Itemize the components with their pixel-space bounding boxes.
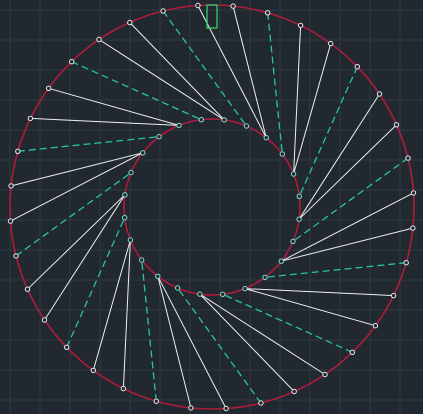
inner-node[interactable] [263, 135, 269, 141]
outer-node[interactable] [120, 385, 127, 392]
outer-node[interactable] [90, 367, 97, 374]
inner-node[interactable] [243, 123, 250, 129]
outer-node[interactable] [8, 183, 14, 189]
outer-node[interactable] [372, 323, 379, 329]
inner-node[interactable] [122, 215, 128, 221]
inner-node[interactable] [128, 169, 134, 176]
outer-node[interactable] [322, 371, 328, 378]
outer-node[interactable] [15, 148, 21, 155]
outer-node[interactable] [393, 122, 400, 128]
outer-node[interactable] [7, 218, 14, 224]
outer-node[interactable] [13, 253, 19, 259]
outer-node[interactable] [405, 155, 411, 161]
cad-drawing-canvas[interactable] [0, 0, 423, 414]
inner-node[interactable] [122, 192, 128, 198]
outer-node[interactable] [96, 36, 102, 43]
inner-node[interactable] [174, 285, 181, 291]
solid-connection-line [27, 194, 126, 290]
outer-node[interactable] [354, 64, 360, 70]
outer-node[interactable] [230, 3, 236, 9]
inner-node[interactable] [140, 150, 146, 156]
outer-node[interactable] [410, 225, 416, 231]
solid-connection-line [157, 276, 227, 409]
outer-node[interactable] [127, 19, 133, 26]
outer-node[interactable] [24, 286, 31, 292]
outer-node[interactable] [297, 22, 304, 29]
outer-node[interactable] [223, 405, 229, 412]
inner-node[interactable] [155, 273, 161, 279]
inner-node[interactable] [176, 122, 182, 129]
inner-circle [123, 118, 301, 296]
inner-node[interactable] [262, 274, 268, 280]
inner-node[interactable] [296, 216, 302, 222]
outer-node[interactable] [188, 405, 194, 411]
inner-node[interactable] [220, 291, 226, 297]
dashed-connection-line [222, 293, 353, 353]
outer-node[interactable] [349, 349, 355, 355]
inner-node[interactable] [290, 238, 296, 245]
background-grid [0, 0, 423, 414]
solid-connection-line [281, 227, 414, 262]
solid-connection-line [129, 22, 225, 121]
outer-node[interactable] [291, 388, 297, 395]
dashed-connection-line [17, 136, 160, 152]
dashed-connection-line [141, 259, 157, 402]
inner-node[interactable] [279, 151, 285, 157]
outer-node[interactable] [195, 2, 201, 9]
solid-connection-line [10, 152, 143, 222]
solid-connection-line [10, 152, 143, 187]
outer-node[interactable] [376, 91, 383, 97]
inner-node[interactable] [242, 285, 248, 292]
outer-node[interactable] [258, 400, 264, 406]
inner-node[interactable] [221, 117, 227, 123]
inner-node[interactable] [278, 258, 284, 264]
inner-node[interactable] [139, 257, 145, 263]
outer-node[interactable] [403, 260, 409, 266]
outer-node[interactable] [27, 115, 34, 122]
outer-node[interactable] [160, 8, 166, 14]
dashed-connection-line [66, 217, 126, 348]
outer-node[interactable] [410, 190, 417, 196]
dashed-connection-line [298, 66, 358, 197]
inner-node[interactable] [156, 134, 162, 140]
inner-node[interactable] [197, 291, 203, 297]
outer-node[interactable] [390, 292, 397, 299]
outer-node[interactable] [265, 10, 271, 16]
selection-marker[interactable] [206, 4, 218, 29]
connection-lines [10, 5, 414, 409]
outer-node[interactable] [64, 344, 70, 350]
outer-node[interactable] [41, 317, 48, 323]
dashed-connection-line [264, 262, 407, 278]
outer-circle [9, 4, 415, 410]
solid-connection-line [281, 192, 414, 262]
inner-node[interactable] [290, 171, 297, 177]
inner-node[interactable] [198, 117, 205, 123]
inner-node[interactable] [296, 193, 302, 200]
solid-connection-line [197, 5, 267, 138]
outer-node[interactable] [69, 59, 75, 65]
solid-connection-line [157, 276, 192, 409]
solid-connection-line [298, 124, 397, 220]
outer-node[interactable] [45, 85, 52, 92]
outer-node[interactable] [328, 40, 334, 47]
outer-node[interactable] [153, 398, 160, 404]
inner-node[interactable] [127, 237, 134, 243]
